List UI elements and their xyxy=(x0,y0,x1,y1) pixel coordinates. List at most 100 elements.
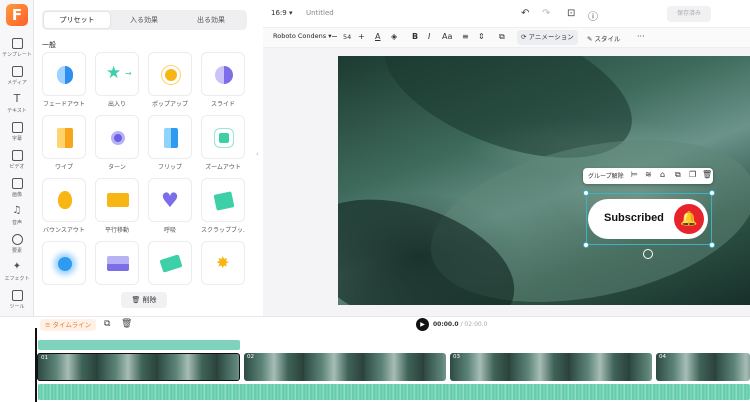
bold-icon[interactable]: B xyxy=(412,32,418,41)
video-clip[interactable]: 01 xyxy=(37,353,240,381)
clip-number: 01 xyxy=(41,355,48,361)
play-button[interactable]: ▶ xyxy=(416,318,429,331)
collapse-panel-icon[interactable]: ‹ xyxy=(256,150,262,162)
clip-number: 02 xyxy=(247,354,254,360)
more-icon[interactable]: ··· xyxy=(637,32,645,41)
rail-label: テキスト xyxy=(7,108,27,114)
tab-preset[interactable]: プリセット xyxy=(44,12,110,28)
preset-pop-up[interactable]: ポップアップ xyxy=(148,52,192,108)
screenshot-icon[interactable]: ⊡ xyxy=(567,8,575,19)
save-button[interactable]: 保存済み xyxy=(667,6,711,22)
rail-text[interactable]: T テキスト xyxy=(0,92,34,114)
translate-icon xyxy=(107,193,129,207)
preset-in-out[interactable]: ★ → 出入り xyxy=(95,52,139,108)
lock-icon[interactable]: ⌂ xyxy=(660,170,665,179)
preset-bounce-out[interactable]: バウンスアウト xyxy=(42,178,86,234)
preset-card xyxy=(148,115,192,159)
preset-turn[interactable]: ターン xyxy=(95,115,139,171)
timeline-tracks: 01 02 03 04 xyxy=(0,332,750,402)
video-clip[interactable]: 03 xyxy=(450,353,652,381)
trash-icon[interactable]: 🗑 xyxy=(702,170,712,179)
tab-enter-effect[interactable]: 入る効果 xyxy=(111,12,177,28)
align-icon[interactable]: ⊨ xyxy=(631,170,638,179)
preset-card xyxy=(148,241,192,285)
font-size-value[interactable]: 54 xyxy=(343,33,351,41)
preset-label: 呼吸 xyxy=(163,227,176,234)
preset-glow[interactable] xyxy=(42,241,86,288)
app-logo[interactable]: F xyxy=(6,4,28,26)
rail-template[interactable]: テンプレート xyxy=(0,38,34,58)
font-size-decrease[interactable]: − xyxy=(331,32,338,41)
timeline-icon: ≡ xyxy=(45,321,51,329)
selection-box[interactable] xyxy=(586,193,712,245)
align-icon[interactable]: ≡ xyxy=(462,32,469,41)
selection-toolbar: グループ解除 ⊨ ≋ ⌂ ⧉ ❐ 🗑 xyxy=(583,168,713,184)
preset-breathe[interactable]: ♥ 呼吸 xyxy=(148,178,192,234)
rail-tool[interactable]: ツール xyxy=(0,290,34,310)
line-spacing-icon[interactable]: ⇕ xyxy=(478,32,485,41)
text-icon: T xyxy=(13,92,21,105)
text-track-clip[interactable] xyxy=(38,340,240,350)
preset-card: ♥ xyxy=(148,178,192,222)
resize-handle[interactable] xyxy=(583,190,589,196)
rail-image[interactable]: 画像 xyxy=(0,178,34,198)
rail-media[interactable]: メディア xyxy=(0,66,34,86)
video-canvas[interactable]: グループ解除 ⊨ ≋ ⌂ ⧉ ❐ 🗑 Subscribed 🔔 xyxy=(338,56,750,305)
layers-icon[interactable]: ⧉ xyxy=(499,32,505,42)
style-button[interactable]: ✎ スタイル xyxy=(587,33,621,43)
rail-audio[interactable]: ♫ 音声 xyxy=(0,206,34,227)
rail-element[interactable]: 要素 xyxy=(0,234,34,254)
resize-handle[interactable] xyxy=(709,242,715,248)
rail-subtitle[interactable]: 字幕 xyxy=(0,122,34,142)
trash-icon[interactable]: 🗑 xyxy=(121,319,132,329)
tab-exit-effect[interactable]: 出る効果 xyxy=(178,12,244,28)
resize-handle[interactable] xyxy=(709,190,715,196)
redo-icon[interactable]: ↷ xyxy=(542,8,550,19)
preset-wipe[interactable]: ワイプ xyxy=(42,115,86,171)
timeline-label: タイムライン xyxy=(52,321,92,329)
preset-stack[interactable] xyxy=(95,241,139,288)
playhead[interactable] xyxy=(35,328,37,402)
text-color-icon[interactable]: A xyxy=(375,32,380,41)
undo-icon[interactable]: ↶ xyxy=(521,8,529,19)
audio-track-clip[interactable] xyxy=(38,384,750,400)
font-size-increase[interactable]: + xyxy=(358,32,365,41)
timeline-toggle[interactable]: ≡ タイムライン xyxy=(40,319,97,331)
top-bar: 16:9 ▾ Untitled ↶ ↷ ⊡ ⓘ 保存済み xyxy=(263,0,750,28)
preset-scrapbook[interactable]: スクラップブッ... xyxy=(201,178,245,234)
video-clip[interactable]: 04 xyxy=(656,353,750,381)
clip-number: 03 xyxy=(453,354,460,360)
panel-tabs: プリセット 入る効果 出る効果 xyxy=(42,10,247,30)
layer-icon[interactable]: ≋ xyxy=(645,170,652,179)
duplicate-icon[interactable]: ⧉ xyxy=(675,170,681,180)
resize-handle[interactable] xyxy=(583,242,589,248)
preset-card-flip[interactable] xyxy=(148,241,192,288)
preset-flip[interactable]: フリップ xyxy=(148,115,192,171)
preset-sparkle[interactable]: ✸ xyxy=(201,241,245,288)
italic-icon[interactable]: I xyxy=(428,32,430,41)
preset-label: ポップアップ xyxy=(151,101,188,108)
split-icon[interactable]: ⧉ xyxy=(104,319,110,329)
font-family-select[interactable]: Roboto Condens ▾ xyxy=(273,32,332,40)
project-title[interactable]: Untitled xyxy=(306,9,334,17)
preset-translate[interactable]: 平行移動 xyxy=(95,178,139,234)
help-icon[interactable]: ⓘ xyxy=(588,8,598,23)
tool-icon xyxy=(11,290,23,301)
preset-fade-out[interactable]: フェードアウト xyxy=(42,52,86,108)
copy-icon[interactable]: ❐ xyxy=(689,170,696,179)
animation-button[interactable]: ⟳ アニメーション xyxy=(517,30,578,45)
highlight-icon[interactable]: ◈ xyxy=(391,32,397,41)
delete-button[interactable]: 🗑 削除 xyxy=(121,292,167,308)
aspect-ratio-select[interactable]: 16:9 ▾ xyxy=(271,9,292,17)
rail-video[interactable]: ビデオ xyxy=(0,150,34,170)
preset-slide[interactable]: スライド xyxy=(201,52,245,108)
case-icon[interactable]: Aa xyxy=(442,32,452,41)
rail-effect[interactable]: ✦ エフェクト xyxy=(0,261,34,283)
ungroup-button[interactable]: グループ解除 xyxy=(588,171,624,180)
effect-icon: ✦ xyxy=(12,261,22,272)
video-clip[interactable]: 02 xyxy=(244,353,446,381)
image-icon xyxy=(11,178,23,189)
rotate-handle-icon[interactable] xyxy=(643,249,653,259)
trash-icon: 🗑 xyxy=(131,296,141,304)
preset-zoom-out[interactable]: ズームアウト xyxy=(201,115,245,171)
